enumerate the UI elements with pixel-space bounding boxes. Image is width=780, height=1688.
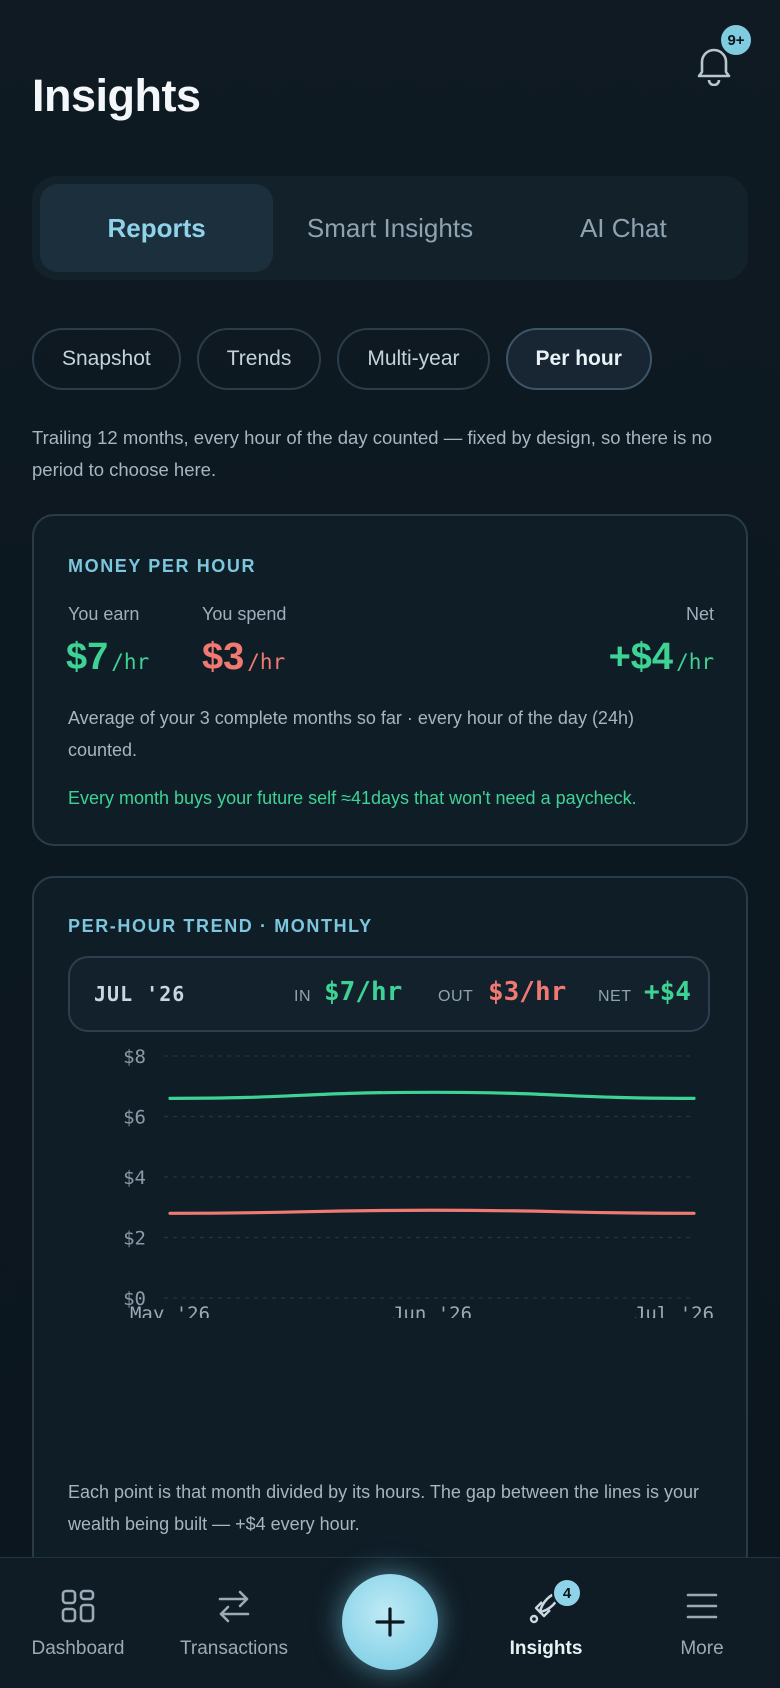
spend-amount: $3 [202,636,245,678]
tab-smart-insights[interactable]: Smart Insights [273,184,506,272]
transfer-icon [218,1590,250,1623]
notifications-button[interactable]: 9+ [690,22,754,86]
x-tick-label: May '26 [130,1303,210,1318]
chart-note: Each point is that month divided by its … [68,1482,700,1534]
per-hour-trend-chart[interactable]: $0$2$4$6$8May '26 Jun '26 Jul '26 [34,1048,750,1318]
insights-badge: 4 [552,1578,582,1608]
per-hour-trend-card: PER-HOUR TREND · MONTHLY JUL '26 IN $7/h… [32,876,748,1576]
readout-out-value: $3/hr [488,977,567,1007]
x-tick-label: Jun '26 [392,1303,472,1318]
x-tick-label: Jul '26 [634,1303,714,1318]
spend-caption: You spend [202,604,287,624]
card-title: PER-HOUR TREND · MONTHLY [68,916,373,936]
nav-label: Transactions [179,1638,289,1659]
money-per-hour-card: MONEY PER HOUR You earn $7 /hr You spend… [32,514,748,846]
notification-badge: 9+ [718,22,754,58]
readout-net-label: NET [598,988,632,1005]
spend-unit: /hr [247,650,286,674]
report-type-chips: Snapshot Trends Multi-year Per hour [32,328,652,390]
page-title: Insights [32,70,201,121]
net-value: +$4 /hr [609,636,714,679]
chip-per-hour[interactable]: Per hour [505,328,652,390]
nav-insights[interactable]: 4 Insights [476,1558,616,1688]
chip-multi-year[interactable]: Multi-year [337,328,490,390]
spend-value: $3 /hr [202,636,285,679]
dashboard-icon [61,1589,95,1623]
nav-label: More [680,1638,724,1659]
menu-icon [686,1593,718,1619]
y-tick-label: $2 [123,1228,146,1250]
main-tabs: Reports Smart Insights AI Chat [32,176,748,280]
nav-label: Dashboard [31,1638,125,1659]
series-line-in [168,1090,696,1100]
chip-snapshot[interactable]: Snapshot [32,328,181,390]
earn-value: $7 /hr [66,636,149,679]
tab-ai-chat[interactable]: AI Chat [507,184,740,272]
net-amount: +$4 [608,636,674,678]
nav-more[interactable]: More [632,1558,772,1688]
readout-out-label: OUT [438,988,474,1005]
readout-in-label: IN [294,988,311,1005]
readout-month: JUL '26 [94,982,186,1006]
chip-trends[interactable]: Trends [196,328,322,390]
y-tick-label: $4 [123,1167,146,1189]
readout-in-value: $7/hr [324,977,403,1007]
y-tick-label: $6 [123,1107,146,1129]
y-tick-label: $8 [123,1048,146,1068]
nav-label: Insights [509,1638,583,1659]
card-title: MONEY PER HOUR [68,556,257,576]
future-self-highlight: Every month buys your future self ≈41day… [68,788,637,808]
average-note: Average of your 3 complete months so far… [68,708,634,760]
trend-readout: JUL '26 IN $7/hr OUT $3/hr NET +$4 [68,956,710,1032]
earn-amount: $7 [66,636,109,678]
series-line-out [168,1208,696,1215]
readout-net-value: +$4 [644,977,691,1007]
net-caption: Net [685,604,714,624]
tab-reports[interactable]: Reports [40,184,274,272]
earn-caption: You earn [68,604,140,624]
nav-dashboard[interactable]: Dashboard [8,1558,148,1688]
nav-transactions[interactable]: Transactions [164,1558,304,1688]
plus-icon [375,1607,405,1637]
add-transaction-button[interactable] [342,1574,438,1670]
intro-text: Trailing 12 months, every hour of the da… [32,427,713,480]
earn-unit: /hr [111,650,150,674]
net-unit: /hr [676,650,714,674]
